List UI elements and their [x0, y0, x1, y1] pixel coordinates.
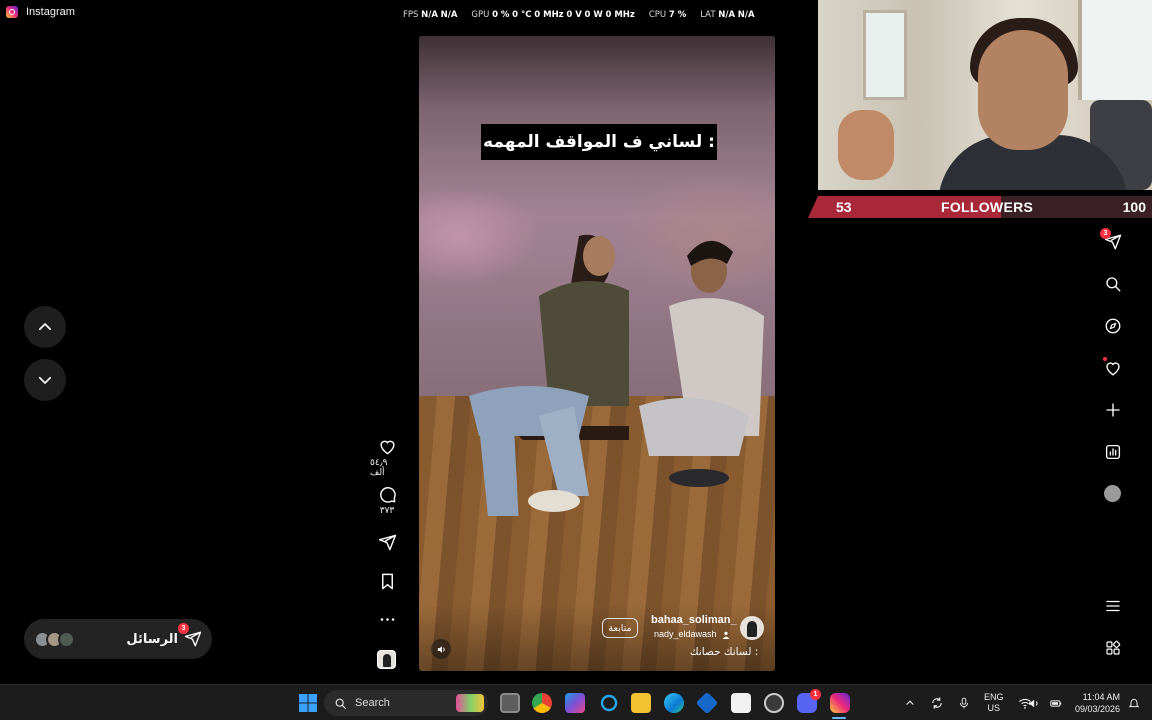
- rail-notifications-button[interactable]: [1103, 357, 1123, 378]
- rail-messages-badge: 3: [1100, 228, 1111, 239]
- followers-current: 53: [836, 199, 852, 215]
- search-placeholder: Search: [355, 697, 390, 709]
- heart-icon: [379, 440, 395, 455]
- rail-create-button[interactable]: [1103, 400, 1123, 420]
- sync-icon[interactable]: [930, 696, 944, 710]
- rail-explore-button[interactable]: [1103, 316, 1123, 336]
- discord-badge: 1: [810, 689, 821, 700]
- webcam-feed: [818, 0, 1152, 190]
- volume-icon[interactable]: [1027, 697, 1040, 710]
- chevron-up-icon[interactable]: [904, 697, 916, 709]
- avatar: [58, 630, 75, 648]
- more-icon: [380, 618, 394, 621]
- person-icon: [722, 631, 730, 639]
- previous-reel-button[interactable]: [24, 306, 66, 348]
- next-reel-button[interactable]: [24, 359, 66, 401]
- discord-icon[interactable]: 1: [797, 689, 821, 713]
- author-username[interactable]: bahaa_soliman_: [651, 614, 737, 626]
- performance-overlay: FPS N/A N/A GPU 0 % 0 °C 0 MHz 0 V 0 W 0…: [403, 10, 755, 20]
- video-figure-crouching: [639, 240, 764, 487]
- more-options-action[interactable]: [370, 610, 404, 629]
- bookmark-icon: [381, 573, 393, 590]
- audio-thumbnail[interactable]: [377, 650, 396, 669]
- task-view-icon[interactable]: [500, 693, 520, 713]
- edge-icon[interactable]: [664, 693, 684, 713]
- cpu-stat: CPU 7 %: [648, 10, 687, 20]
- speaker-icon: [437, 645, 445, 653]
- reel-text: لسانك حصانك :: [690, 646, 759, 658]
- system-tray-2: [1027, 685, 1064, 720]
- share-action[interactable]: [370, 533, 404, 552]
- windows-logo-icon: [299, 694, 317, 712]
- search-icon: [335, 698, 346, 709]
- followers-goal: 100: [1122, 199, 1146, 215]
- latency-stat: LAT N/A N/A: [700, 10, 755, 20]
- rail-profile-avatar[interactable]: [1104, 485, 1121, 502]
- messages-badge: 3: [178, 623, 189, 634]
- followers-label: FOLLOWERS: [941, 199, 1034, 215]
- message-avatars: [34, 630, 75, 648]
- hamburger-menu-icon: [1106, 600, 1120, 612]
- instagram-taskbar-icon[interactable]: [830, 693, 850, 713]
- store-icon[interactable]: [731, 693, 751, 713]
- bell-icon: [1128, 698, 1140, 708]
- apps-grid-icon: [1106, 640, 1121, 655]
- search-icon: [1106, 277, 1121, 292]
- notification-center-button[interactable]: [1128, 685, 1140, 720]
- plus-icon: [1106, 403, 1120, 417]
- messages-label: الرسائل: [126, 631, 178, 647]
- rail-dashboard-button[interactable]: [1103, 442, 1123, 462]
- fps-stat: FPS N/A N/A: [403, 10, 458, 20]
- heart-icon: [1106, 362, 1120, 376]
- active-app-indicator: [832, 717, 846, 719]
- file-explorer-icon[interactable]: [631, 693, 651, 713]
- language-indicator[interactable]: ENG US: [984, 692, 1004, 714]
- chrome-icon[interactable]: [532, 693, 552, 713]
- microphone-icon[interactable]: [958, 696, 970, 710]
- copilot-icon[interactable]: [565, 693, 585, 713]
- like-action[interactable]: ٥٤٫٩ ألف: [370, 437, 404, 478]
- chart-icon: [1105, 444, 1121, 460]
- comment-action[interactable]: ٣٧٣: [370, 485, 404, 516]
- windows-taskbar: Search 1 ENG US 11:04 AM 09/03/2026: [0, 684, 1152, 720]
- save-action[interactable]: [370, 572, 404, 591]
- notification-dot: [1103, 357, 1107, 361]
- settings-gear-icon[interactable]: [764, 693, 784, 713]
- reel-caption-overlay: لساني ف المواقف المهمه :: [481, 124, 717, 160]
- chevron-down-icon: [38, 376, 52, 384]
- messages-pill[interactable]: الرسائل 3: [24, 619, 212, 659]
- video-figure-seated: [469, 234, 629, 516]
- window-title: Instagram: [26, 6, 75, 18]
- direct-message-icon: 3: [178, 623, 202, 648]
- clock[interactable]: 11:04 AM 09/03/2026: [1072, 685, 1120, 720]
- gpu-stat: GPU 0 % 0 °C 0 MHz 0 V 0 W 0 MHz: [471, 10, 635, 20]
- mail-app-icon[interactable]: [695, 691, 719, 715]
- follow-button[interactable]: متابعة: [602, 618, 638, 638]
- widget-app-icon[interactable]: [599, 693, 619, 713]
- comment-icon: [379, 487, 396, 503]
- taskbar-search-box[interactable]: Search: [324, 690, 488, 716]
- system-tray: ENG US: [904, 685, 1032, 720]
- search-highlight-icon: [456, 694, 484, 712]
- instagram-icon: [6, 6, 18, 18]
- collaborator-username[interactable]: nady_eldawash: [654, 629, 730, 639]
- share-icon: [378, 534, 396, 551]
- clock-time: 11:04 AM: [1082, 692, 1120, 702]
- author-avatar[interactable]: [740, 616, 764, 640]
- audio-toggle-button[interactable]: [431, 639, 451, 659]
- rail-apps-button[interactable]: [1103, 638, 1123, 658]
- rail-messages-button[interactable]: 3: [1100, 228, 1123, 252]
- start-button[interactable]: [298, 693, 318, 713]
- chevron-up-icon: [38, 323, 52, 331]
- rail-menu-button[interactable]: [1103, 596, 1123, 616]
- comment-count: ٣٧٣: [379, 506, 395, 516]
- battery-icon[interactable]: [1048, 697, 1064, 710]
- like-count: ٥٤٫٩ ألف: [370, 458, 388, 478]
- compass-icon: [1105, 318, 1121, 334]
- rail-search-button[interactable]: [1103, 274, 1123, 294]
- clock-date: 09/03/2026: [1074, 704, 1120, 714]
- followers-goal-widget: 53 FOLLOWERS 100: [808, 196, 1152, 218]
